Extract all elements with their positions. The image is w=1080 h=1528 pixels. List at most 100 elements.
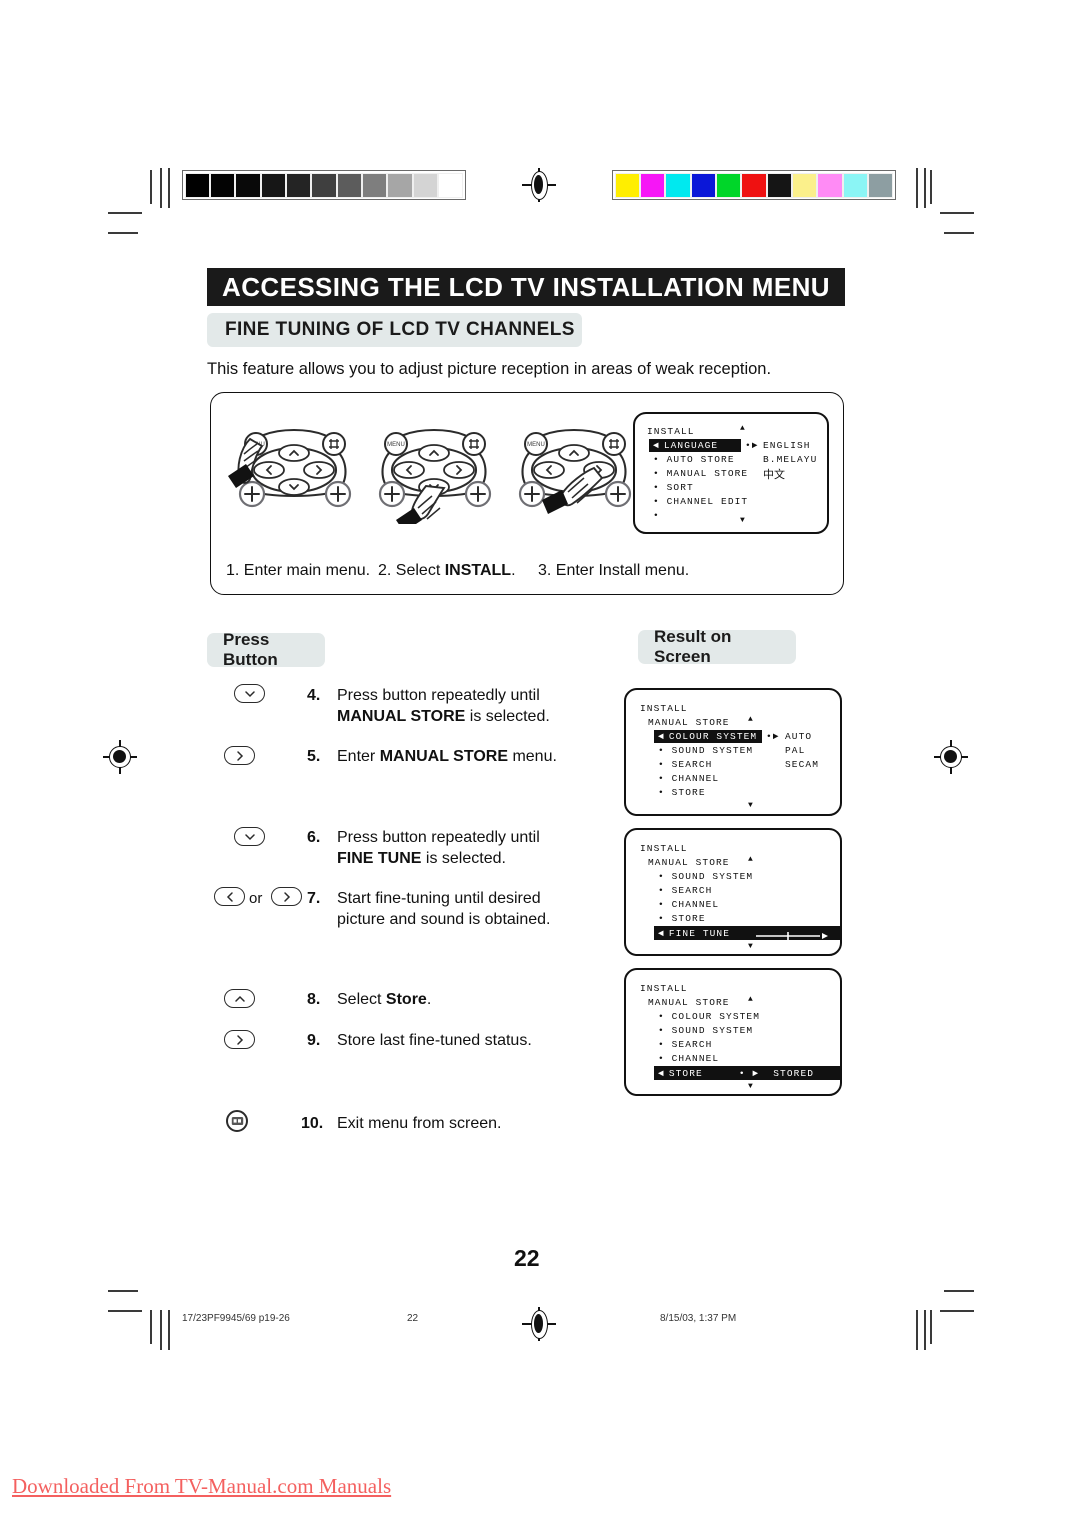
osd-row-bullet: • — [653, 482, 660, 493]
color-swatch — [690, 172, 716, 198]
fine-tune-slider[interactable] — [756, 932, 832, 940]
instruction-text: Select Store. — [337, 989, 431, 1010]
instruction-bold: MANUAL STORE — [337, 708, 466, 725]
osd-value-pal: PAL — [785, 745, 806, 756]
osd-row-label: STORE — [671, 787, 706, 798]
osd-row-label: SOUND SYSTEM — [671, 871, 754, 882]
osd-scroll-down-icon: ▼ — [748, 801, 754, 810]
menu-exit-key-step10[interactable] — [226, 1110, 248, 1132]
footer-job-name: 17/23PF9945/69 p19-26 — [182, 1313, 290, 1324]
grayscale-swatch — [438, 172, 464, 198]
osd-scroll-up-icon: ▲ — [748, 715, 754, 724]
osd-row-label: STORE — [671, 913, 706, 924]
down-key-step6[interactable] — [234, 827, 265, 846]
color-swatch — [741, 172, 767, 198]
right-key-step7[interactable] — [271, 887, 302, 906]
right-key-step9[interactable] — [224, 1030, 255, 1049]
instruction-number: 6. — [307, 829, 321, 846]
osd-row-bullet: • — [658, 871, 665, 882]
osd-scroll-down-icon: ▼ — [748, 1082, 754, 1091]
instruction-step-5: 5. Enter MANUAL STORE menu. — [307, 746, 557, 767]
osd-row-label: COLOUR SYSTEM — [671, 1011, 761, 1022]
svg-text:MENU: MENU — [527, 442, 545, 448]
instruction-text: Exit menu from screen. — [337, 1115, 502, 1132]
osd-title: INSTALL — [640, 703, 688, 714]
top-step-2-suffix: . — [511, 562, 516, 579]
osd-row-bullet: ◄ — [653, 440, 660, 451]
registration-mark-top-center — [522, 168, 556, 202]
right-key-step5[interactable] — [224, 746, 255, 765]
instruction-number: 5. — [307, 748, 321, 765]
osd-row-label: MANUAL STORE — [666, 468, 749, 479]
osd-title: INSTALL — [640, 983, 688, 994]
instruction-step-8: 8. Select Store. — [307, 989, 431, 1010]
instruction-text: Press button repeatedly until MANUAL STO… — [337, 685, 550, 727]
page-title-bar: ACCESSING THE LCD TV INSTALLATION MENU — [207, 268, 845, 306]
osd-screen-manual-store-store: INSTALL MANUAL STORE ▲ • COLOUR SYSTEM •… — [624, 968, 842, 1096]
osd-row-label: AUTO STORE — [666, 454, 735, 465]
instruction-step-10: 10. Exit menu from screen. — [301, 1113, 502, 1134]
osd-value-auto: AUTO — [785, 731, 813, 742]
instruction-line-1: Press button repeatedly until — [337, 687, 540, 704]
osd-row-label: FINE TUNE — [668, 927, 731, 939]
osd-row-bullet: • — [658, 1011, 665, 1022]
osd-row-label: LANGUAGE — [663, 440, 719, 451]
osd-row-bullet: • — [653, 510, 660, 521]
instruction-line-2-post: is selected. — [421, 850, 506, 867]
osd-scroll-up-icon: ▲ — [748, 855, 754, 864]
osd-row: • CHANNEL — [658, 773, 719, 784]
osd-scroll-up-icon: ▲ — [740, 424, 746, 433]
left-key-step7[interactable] — [214, 887, 245, 906]
osd-row-label: STORE — [668, 1067, 703, 1079]
instruction-line-1-post: . — [426, 991, 432, 1008]
color-swatch — [665, 172, 691, 198]
footer-page-number: 22 — [407, 1313, 419, 1324]
osd-row-label: SOUND SYSTEM — [671, 745, 754, 756]
osd-row-highlighted: ◄ LANGUAGE — [649, 439, 741, 452]
up-key-step8[interactable] — [224, 989, 255, 1008]
instruction-step-9: 9. Store last fine-tuned status. — [307, 1030, 532, 1051]
instruction-step-6: 6. Press button repeatedly until FINE TU… — [307, 827, 540, 869]
grayscale-swatch — [362, 172, 388, 198]
crop-mark-bottom-left — [108, 1290, 152, 1344]
down-key-step4[interactable] — [234, 684, 265, 703]
osd-row-bullet: • — [653, 454, 660, 465]
osd-row-label: CHANNEL — [671, 899, 720, 910]
instruction-bold: MANUAL STORE — [379, 748, 508, 765]
instruction-line-2-post: is selected. — [465, 708, 550, 725]
osd-title: INSTALL — [640, 843, 688, 854]
osd-row-bullet: • — [658, 1053, 665, 1064]
osd-scroll-down-icon: ▼ — [740, 516, 746, 525]
remote-illustration-step3: MENU — [506, 424, 642, 529]
osd-row: • SEARCH — [658, 759, 712, 770]
crop-mark-top-left — [108, 170, 152, 234]
osd-title: INSTALL — [647, 426, 695, 437]
osd-subtitle: MANUAL STORE — [648, 857, 730, 868]
color-swatch — [715, 172, 742, 198]
press-button-label: Press Button — [223, 630, 278, 669]
color-calibration-bar — [612, 170, 896, 200]
footer-timestamp: 8/15/03, 1:37 PM — [660, 1313, 737, 1324]
grayscale-swatch — [336, 172, 363, 198]
osd-value-bmelayu: B.MELAYU — [763, 454, 818, 465]
grayscale-swatch — [412, 172, 439, 198]
registration-mark-left — [103, 740, 137, 774]
grayscale-calibration-bar — [182, 170, 466, 200]
instruction-line-1: Start fine-tuning until desired — [337, 890, 541, 907]
osd-row-label: SOUND SYSTEM — [671, 1025, 754, 1036]
instruction-line-1-pre: Select — [337, 991, 386, 1008]
instruction-text: Store last fine-tuned status. — [337, 1032, 532, 1049]
osd-row-label: CHANNEL — [671, 1053, 720, 1064]
color-swatch — [817, 172, 843, 198]
osd-row: • SOUND SYSTEM — [658, 871, 753, 882]
color-swatch — [639, 172, 666, 198]
instruction-bold: FINE TUNE — [337, 850, 422, 867]
osd-row-label: COLOUR SYSTEM — [668, 731, 758, 742]
grayscale-swatch — [387, 172, 413, 198]
svg-text:MENU: MENU — [387, 442, 405, 448]
instruction-line-1-post: menu. — [508, 748, 557, 765]
color-swatch — [792, 172, 818, 198]
osd-scroll-down-icon: ▼ — [748, 942, 754, 951]
osd-row: • SOUND SYSTEM — [658, 745, 753, 756]
osd-row-bullet: • — [653, 496, 660, 507]
